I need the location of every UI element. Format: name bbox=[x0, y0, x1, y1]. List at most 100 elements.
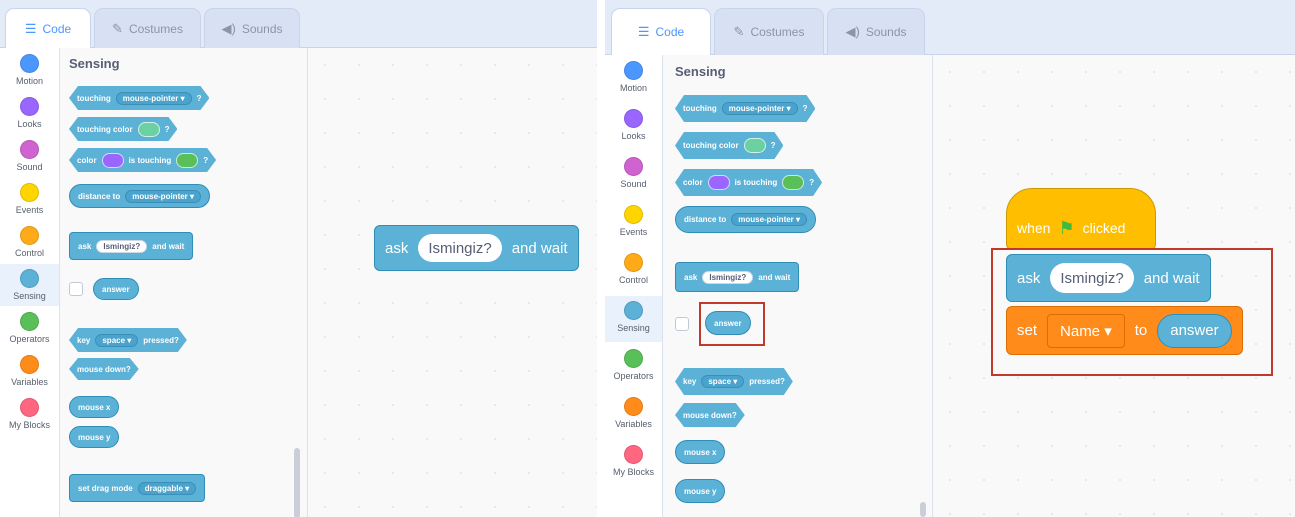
palette-title: Sensing bbox=[675, 64, 726, 79]
palette-title: Sensing bbox=[69, 56, 120, 71]
sound-dot-icon bbox=[20, 140, 39, 159]
code-icon: ☰ bbox=[24, 20, 37, 36]
distance-menu[interactable]: mouse-pointer ▾ bbox=[731, 213, 808, 226]
motion-dot-icon bbox=[20, 54, 39, 73]
operators-dot-icon bbox=[624, 349, 643, 368]
tab-sounds[interactable]: ◀) Sounds bbox=[827, 8, 925, 55]
tab-bar: ☰ Code ✎ Costumes ◀) Sounds bbox=[0, 0, 597, 48]
variables-dot-icon bbox=[624, 397, 643, 416]
events-dot-icon bbox=[20, 183, 39, 202]
block-palette: Sensing touching mouse-pointer ▾ ? touch… bbox=[663, 55, 933, 517]
category-variables[interactable]: Variables bbox=[605, 397, 662, 429]
ask-input[interactable]: Ismingiz? bbox=[96, 239, 148, 253]
category-looks[interactable]: Looks bbox=[0, 97, 59, 129]
tab-costumes[interactable]: ✎ Costumes bbox=[714, 8, 824, 55]
drag-mode-menu[interactable]: draggable ▾ bbox=[137, 481, 197, 495]
category-events[interactable]: Events bbox=[0, 183, 59, 215]
block-palette: Sensing touching mouse-pointer ▾ ? touch… bbox=[60, 48, 308, 517]
code-workspace[interactable]: ask Ismingiz? and wait bbox=[308, 48, 597, 517]
category-motion[interactable]: Motion bbox=[605, 61, 662, 93]
sensing-dot-icon bbox=[20, 269, 39, 288]
category-my-blocks[interactable]: My Blocks bbox=[0, 398, 59, 430]
category-my-blocks[interactable]: My Blocks bbox=[605, 445, 662, 477]
color-is-touching-block[interactable]: color is touching ? bbox=[69, 148, 216, 172]
category-control[interactable]: Control bbox=[0, 226, 59, 258]
key-menu[interactable]: space ▾ bbox=[701, 375, 744, 388]
mouse-x-block[interactable]: mouse x bbox=[675, 440, 726, 464]
distance-menu[interactable]: mouse-pointer ▾ bbox=[125, 189, 202, 203]
color-swatch-2[interactable] bbox=[176, 153, 198, 168]
answer-highlight bbox=[699, 302, 765, 346]
category-variables[interactable]: Variables bbox=[0, 355, 59, 387]
category-motion[interactable]: Motion bbox=[0, 54, 59, 86]
motion-dot-icon bbox=[624, 61, 643, 80]
set-drag-mode-block[interactable]: set drag mode draggable ▾ bbox=[69, 474, 206, 502]
control-dot-icon bbox=[624, 253, 643, 272]
when-flag-clicked-block[interactable]: when ⚑ clicked bbox=[1006, 188, 1156, 250]
speaker-icon: ◀) bbox=[845, 24, 860, 39]
touching-color-block[interactable]: touching color ? bbox=[69, 117, 177, 141]
myblocks-dot-icon bbox=[20, 398, 39, 417]
mouse-down-block[interactable]: mouse down? bbox=[69, 358, 139, 380]
color-is-touching-block[interactable]: color is touching ? bbox=[675, 169, 822, 196]
workspace-ask-input[interactable]: Ismingiz? bbox=[418, 234, 502, 262]
category-control[interactable]: Control bbox=[605, 253, 662, 285]
key-pressed-block[interactable]: key space ▾ pressed? bbox=[69, 328, 187, 352]
mouse-down-block[interactable]: mouse down? bbox=[675, 403, 745, 427]
script-highlight bbox=[991, 248, 1273, 376]
answer-block[interactable]: answer bbox=[93, 278, 139, 300]
touching-menu[interactable]: mouse-pointer ▾ bbox=[116, 92, 192, 105]
category-menu: Motion Looks Sound Events Control Sensin… bbox=[0, 48, 60, 517]
sensing-dot-icon bbox=[624, 301, 643, 320]
color-swatch[interactable] bbox=[744, 138, 766, 153]
category-looks[interactable]: Looks bbox=[605, 109, 662, 141]
category-operators[interactable]: Operators bbox=[0, 312, 59, 344]
touching-block[interactable]: touching mouse-pointer ▾ ? bbox=[675, 95, 815, 122]
workspace-ask-block[interactable]: ask Ismingiz? and wait bbox=[374, 225, 579, 271]
key-pressed-block[interactable]: key space ▾ pressed? bbox=[675, 368, 793, 395]
answer-checkbox[interactable] bbox=[675, 317, 689, 331]
distance-to-block[interactable]: distance to mouse-pointer ▾ bbox=[69, 184, 211, 208]
green-flag-icon: ⚑ bbox=[1058, 217, 1075, 238]
category-sound[interactable]: Sound bbox=[605, 157, 662, 189]
touching-menu[interactable]: mouse-pointer ▾ bbox=[722, 102, 798, 115]
answer-checkbox[interactable] bbox=[69, 282, 83, 296]
tab-code[interactable]: ☰ Code bbox=[611, 8, 711, 55]
tab-sounds[interactable]: ◀) Sounds bbox=[204, 8, 300, 48]
code-workspace[interactable]: when ⚑ clicked ask Ismingiz? and wait se… bbox=[933, 55, 1295, 517]
mouse-y-block[interactable]: mouse y bbox=[69, 426, 120, 448]
right-editor-panel: ☰ Code ✎ Costumes ◀) Sounds Motion Looks So… bbox=[605, 0, 1295, 517]
ask-and-wait-block[interactable]: ask Ismingiz? and wait bbox=[69, 232, 194, 260]
key-menu[interactable]: space ▾ bbox=[95, 334, 138, 347]
category-operators[interactable]: Operators bbox=[605, 349, 662, 381]
brush-icon: ✎ bbox=[112, 20, 123, 36]
myblocks-dot-icon bbox=[624, 445, 643, 464]
mouse-x-block[interactable]: mouse x bbox=[69, 396, 120, 418]
ask-and-wait-block[interactable]: ask Ismingiz? and wait bbox=[675, 262, 800, 292]
ask-input[interactable]: Ismingiz? bbox=[702, 270, 754, 284]
mouse-y-block[interactable]: mouse y bbox=[675, 479, 726, 503]
touching-block[interactable]: touching mouse-pointer ▾ ? bbox=[69, 86, 209, 110]
palette-scrollbar[interactable] bbox=[920, 502, 926, 517]
control-dot-icon bbox=[20, 226, 39, 245]
color-swatch-1[interactable] bbox=[708, 175, 730, 190]
color-swatch[interactable] bbox=[138, 122, 160, 137]
speaker-icon: ◀) bbox=[221, 20, 236, 36]
looks-dot-icon bbox=[624, 109, 643, 128]
distance-to-block[interactable]: distance to mouse-pointer ▾ bbox=[675, 206, 817, 233]
category-sensing[interactable]: Sensing bbox=[605, 296, 662, 342]
touching-color-block[interactable]: touching color ? bbox=[675, 132, 783, 159]
color-swatch-1[interactable] bbox=[102, 153, 124, 168]
events-dot-icon bbox=[624, 205, 643, 224]
operators-dot-icon bbox=[20, 312, 39, 331]
category-sensing[interactable]: Sensing bbox=[0, 264, 59, 306]
palette-scrollbar[interactable] bbox=[294, 448, 300, 517]
tab-costumes[interactable]: ✎ Costumes bbox=[94, 8, 201, 48]
color-swatch-2[interactable] bbox=[782, 175, 804, 190]
category-menu: Motion Looks Sound Events Control Sensin… bbox=[605, 55, 663, 517]
category-sound[interactable]: Sound bbox=[0, 140, 59, 172]
tab-bar: ☰ Code ✎ Costumes ◀) Sounds bbox=[605, 0, 1295, 55]
tab-code[interactable]: ☰ Code bbox=[5, 8, 91, 48]
variables-dot-icon bbox=[20, 355, 39, 374]
category-events[interactable]: Events bbox=[605, 205, 662, 237]
